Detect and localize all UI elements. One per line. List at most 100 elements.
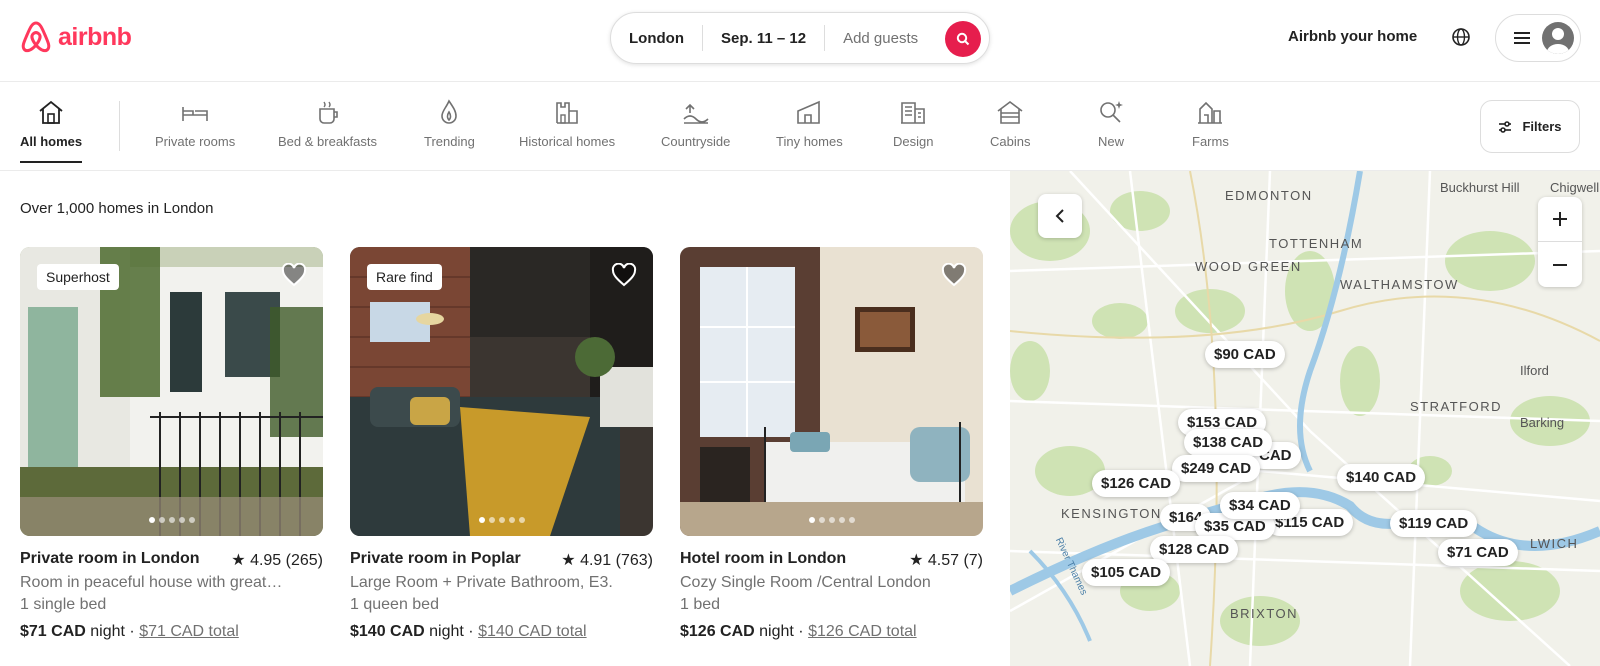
- category-all-homes[interactable]: All homes: [20, 99, 83, 163]
- listing-photo[interactable]: [680, 247, 983, 536]
- category-cabins[interactable]: Cabins: [990, 99, 1030, 149]
- map-panel[interactable]: EDMONTON Buckhurst Hill Chigwell TOTTENH…: [1010, 171, 1600, 666]
- listing-price: $71 CAD night · $71 CAD total: [20, 623, 239, 640]
- castle-icon: [556, 102, 578, 124]
- star-icon: ★: [561, 552, 581, 569]
- star-icon: ★: [909, 552, 928, 569]
- hamburger-icon: [1514, 32, 1530, 44]
- category-design[interactable]: Design: [893, 99, 933, 149]
- hotel-room-photo: [680, 247, 983, 536]
- tiny-home-icon: [797, 100, 821, 124]
- listing-beds: 1 bed: [680, 596, 721, 613]
- map-area-label: STRATFORD: [1410, 399, 1502, 414]
- coffee-icon: [318, 101, 338, 124]
- category-tiny-homes[interactable]: Tiny homes: [776, 99, 843, 149]
- house-exterior-photo: [20, 247, 323, 536]
- map-price-pin[interactable]: $126 CAD: [1092, 470, 1181, 497]
- category-new[interactable]: New: [1097, 99, 1125, 149]
- category-countryside[interactable]: Countryside: [661, 99, 730, 149]
- plus-icon: [1553, 212, 1567, 226]
- farm-icon: [1198, 101, 1223, 124]
- filters-button[interactable]: Filters: [1480, 100, 1580, 153]
- user-menu-button[interactable]: [1495, 14, 1581, 62]
- price-per: night: [759, 623, 794, 640]
- listing-price: $140 CAD night · $140 CAD total: [350, 623, 587, 640]
- category-separator: [119, 101, 120, 151]
- map-price-pin[interactable]: $128 CAD: [1150, 536, 1239, 563]
- map-price-pin[interactable]: $138 CAD: [1184, 429, 1273, 456]
- search-bar[interactable]: London Sep. 11 – 12 Add guests: [610, 12, 990, 64]
- map-area-label: Chigwell: [1550, 180, 1600, 195]
- heart-icon[interactable]: [281, 263, 307, 287]
- heart-icon[interactable]: [941, 263, 967, 287]
- countryside-icon: [683, 103, 709, 124]
- price-total-link[interactable]: $126 CAD total: [808, 623, 917, 640]
- listing-photo[interactable]: Superhost: [20, 247, 323, 536]
- cabin-icon: [997, 101, 1023, 124]
- collapse-map-button[interactable]: [1038, 194, 1082, 238]
- category-label: New: [1097, 134, 1124, 149]
- map-area-label: WOOD GREEN: [1195, 259, 1302, 274]
- heart-icon[interactable]: [611, 263, 637, 287]
- category-bar: All homes Private rooms Bed & breakfasts…: [0, 83, 1600, 171]
- map-area-label: TOTTENHAM: [1269, 236, 1364, 251]
- zoom-in-button[interactable]: [1538, 197, 1582, 242]
- listing-rating: ★ 4.95 (265): [231, 550, 323, 570]
- map-area-label: EDMONTON: [1225, 188, 1313, 203]
- listing-rating-value: 4.57 (7): [927, 552, 983, 569]
- listing-rating: ★ 4.57 (7): [909, 550, 983, 570]
- search-button[interactable]: [945, 21, 981, 57]
- map-price-pin[interactable]: $34 CAD: [1220, 492, 1300, 519]
- category-label: Historical homes: [519, 134, 616, 149]
- category-private-rooms[interactable]: Private rooms: [155, 99, 235, 149]
- price-total-link[interactable]: $140 CAD total: [478, 623, 587, 640]
- map-area-label: Buckhurst Hill: [1440, 180, 1520, 195]
- airbnb-logo[interactable]: airbnb: [20, 20, 132, 54]
- map-price-pin[interactable]: $105 CAD: [1082, 559, 1171, 586]
- sparkle-icon: [1100, 101, 1123, 123]
- price-per: night: [429, 623, 464, 640]
- listing-title: Private room in London: [20, 550, 200, 567]
- listing-card[interactable]: Rare find Private room in Poplar ★ 4.91 …: [350, 247, 653, 641]
- airbnb-your-home-link[interactable]: Airbnb your home: [1288, 28, 1417, 45]
- category-label: Tiny homes: [776, 134, 843, 149]
- category-bed-breakfasts[interactable]: Bed & breakfasts: [278, 99, 377, 149]
- design-building-icon: [901, 102, 926, 124]
- category-trending[interactable]: Trending: [424, 99, 475, 149]
- minus-icon: [1553, 263, 1567, 266]
- map-price-pin[interactable]: $71 CAD: [1438, 539, 1518, 566]
- category-farms[interactable]: Farms: [1192, 99, 1229, 149]
- listing-card[interactable]: Superhost Private room in London ★ 4.95 …: [20, 247, 323, 641]
- sliders-icon: [1499, 120, 1512, 133]
- map-area-label: Barking: [1520, 415, 1565, 430]
- language-button[interactable]: [1451, 27, 1471, 52]
- photo-carousel-dots: [808, 517, 855, 523]
- listing-description: Room in peaceful house with great…: [20, 574, 283, 591]
- listing-photo[interactable]: Rare find: [350, 247, 653, 536]
- map-price-pin[interactable]: $119 CAD: [1390, 510, 1478, 537]
- category-label: Design: [893, 134, 934, 149]
- map-area-label: WALTHAMSTOW: [1340, 277, 1459, 292]
- search-guests[interactable]: Add guests: [825, 30, 936, 47]
- price-total-link[interactable]: $71 CAD total: [139, 623, 239, 640]
- top-header: airbnb London Sep. 11 – 12 Add guests Ai…: [0, 0, 1600, 82]
- filters-label: Filters: [1522, 119, 1562, 134]
- listing-card[interactable]: Hotel room in London ★ 4.57 (7) Cozy Sin…: [680, 247, 983, 641]
- listing-description: Large Room + Private Bathroom, E3.: [350, 574, 613, 591]
- flame-icon: [441, 99, 458, 124]
- search-dates[interactable]: Sep. 11 – 12: [703, 30, 824, 47]
- listing-price: $126 CAD night · $126 CAD total: [680, 623, 917, 640]
- search-location[interactable]: London: [611, 30, 702, 47]
- price-amount: $140 CAD: [350, 623, 425, 640]
- map-price-pin[interactable]: $90 CAD: [1205, 341, 1285, 368]
- listing-beds: 1 single bed: [20, 596, 107, 613]
- map-area-label: KENSINGTON: [1061, 506, 1162, 521]
- category-label: Private rooms: [155, 134, 236, 149]
- zoom-out-button[interactable]: [1538, 242, 1582, 287]
- category-historical-homes[interactable]: Historical homes: [519, 99, 615, 149]
- category-label: Countryside: [661, 134, 731, 149]
- listing-rating-value: 4.91 (763): [580, 552, 653, 569]
- map-price-pin[interactable]: $249 CAD: [1172, 455, 1261, 482]
- globe-icon: [1452, 28, 1470, 46]
- map-price-pin[interactable]: $140 CAD: [1337, 464, 1426, 491]
